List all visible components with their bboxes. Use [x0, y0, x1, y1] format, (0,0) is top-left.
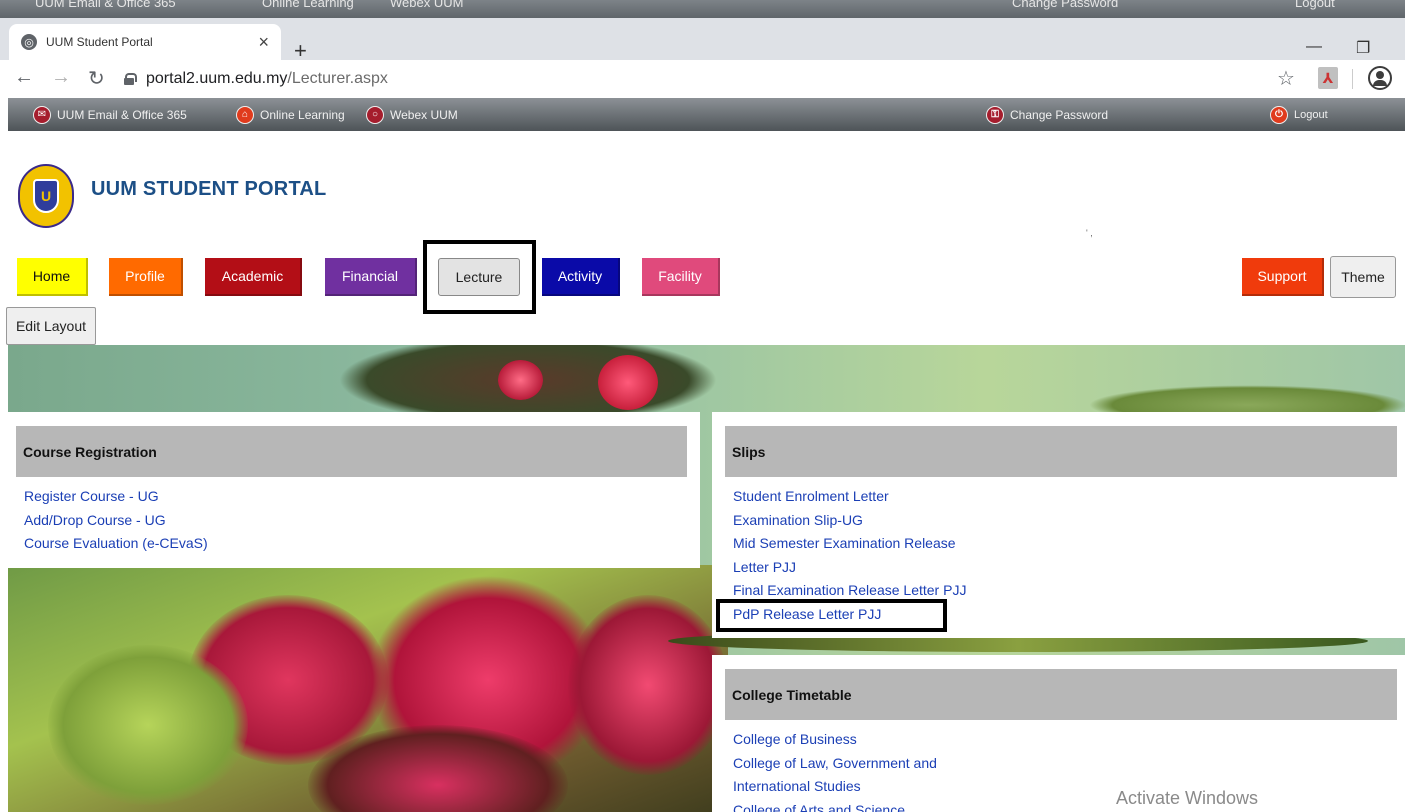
college-timetable-header: College Timetable	[725, 669, 1397, 720]
portal-top-bar: ✉ UUM Email & Office 365 ⌂ Online Learni…	[8, 98, 1405, 131]
profile-icon[interactable]	[1368, 66, 1392, 90]
course-registration-panel: Course Registration Register Course - UG…	[8, 412, 700, 568]
page-title: UUM STUDENT PORTAL	[91, 178, 327, 200]
webex-icon: ○	[366, 105, 384, 124]
learning-icon: ⌂	[236, 105, 254, 124]
url-path: /Lecturer.aspx	[287, 70, 388, 87]
back-icon[interactable]: ←	[14, 66, 34, 89]
webex-link[interactable]: ○ Webex UUM	[366, 98, 458, 131]
change-password-label: Change Password	[1010, 107, 1109, 122]
final-exam-release-letter-link[interactable]: Final Examination Release Letter PJJ	[733, 579, 966, 603]
webex-label: Webex UUM	[390, 107, 458, 122]
logout-label: Logout	[1294, 108, 1328, 121]
activate-windows-watermark: Activate Windows	[1116, 788, 1259, 808]
nav-academic-button[interactable]: Academic	[205, 258, 302, 296]
browser-tab-bar: ◎ UUM Student Portal × + — ❐	[0, 18, 1405, 62]
nav-home-button[interactable]: Home	[17, 258, 88, 296]
ghost-email-text: UUM Email & Office 365	[35, 0, 176, 10]
logout-link[interactable]: ⏻ Logout	[1270, 98, 1328, 131]
mid-semester-release-link-cont[interactable]: Letter PJJ	[733, 556, 966, 580]
slips-header: Slips	[725, 426, 1397, 477]
theme-button[interactable]: Theme	[1330, 256, 1396, 298]
power-icon: ⏻	[1270, 105, 1288, 124]
nav-facility-button[interactable]: Facility	[642, 258, 720, 296]
small-mark: ' ,	[1086, 228, 1093, 238]
mail-icon: ✉	[33, 105, 51, 124]
foliage-blob	[48, 645, 248, 805]
email-office-label: UUM Email & Office 365	[57, 107, 187, 122]
reload-icon[interactable]: ↻	[88, 66, 105, 91]
nav-profile-button[interactable]: Profile	[109, 258, 183, 296]
nav-activity-button[interactable]: Activity	[542, 258, 620, 296]
college-arts-science-link[interactable]: College of Arts and Science	[733, 799, 937, 812]
ghost-portal-strip: UUM Email & Office 365 Online Learning W…	[0, 0, 1405, 18]
ghost-online-text: Online Learning	[262, 0, 354, 10]
college-timetable-links: College of Business College of Law, Gove…	[733, 728, 937, 812]
college-timetable-panel: College Timetable College of Business Co…	[712, 655, 1405, 812]
toolbar-divider	[1352, 69, 1353, 89]
key-icon: ⚿	[986, 105, 1004, 124]
flower-blob	[568, 595, 728, 775]
lock-icon	[124, 73, 137, 85]
ghost-logout-text: Logout	[1295, 0, 1335, 10]
close-icon[interactable]: ×	[258, 32, 269, 53]
flower-blob	[498, 360, 543, 400]
course-evaluation-link[interactable]: Course Evaluation (e-CEvaS)	[24, 532, 208, 556]
mid-semester-release-link[interactable]: Mid Semester Examination Release	[733, 532, 966, 556]
tab-title: UUM Student Portal	[46, 35, 153, 49]
globe-icon: ◎	[21, 34, 37, 50]
flower-blob	[598, 355, 658, 410]
slips-links: Student Enrolment Letter Examination Sli…	[733, 485, 966, 626]
uum-logo[interactable]: U	[18, 164, 74, 228]
change-password-link[interactable]: ⚿ Change Password	[986, 98, 1108, 131]
add-drop-course-ug-link[interactable]: Add/Drop Course - UG	[24, 509, 208, 533]
email-office-link[interactable]: ✉ UUM Email & Office 365	[33, 98, 187, 131]
pdp-release-letter-link[interactable]: PdP Release Letter PJJ	[733, 603, 966, 627]
star-icon[interactable]: ☆	[1277, 66, 1295, 91]
forward-icon[interactable]: →	[51, 66, 71, 89]
address-bar[interactable]: portal2.uum.edu.my/Lecturer.aspx	[124, 64, 1264, 94]
online-learning-link[interactable]: ⌂ Online Learning	[236, 98, 345, 131]
nav-support-button[interactable]: Support	[1242, 258, 1324, 296]
new-tab-icon[interactable]: +	[294, 40, 307, 62]
nav-financial-button[interactable]: Financial	[325, 258, 417, 296]
college-business-link[interactable]: College of Business	[733, 728, 937, 752]
online-learning-label: Online Learning	[260, 107, 345, 122]
minimize-icon[interactable]: —	[1306, 38, 1322, 56]
ghost-password-text: Change Password	[1012, 0, 1119, 10]
college-law-link[interactable]: College of Law, Government and	[733, 752, 937, 776]
college-law-link-cont[interactable]: International Studies	[733, 775, 937, 799]
slips-panel: Slips Student Enrolment Letter Examinati…	[712, 412, 1405, 638]
ghost-webex-text: Webex UUM	[390, 0, 464, 10]
url-host: portal2.uum.edu.my	[146, 70, 288, 87]
edit-layout-button[interactable]: Edit Layout	[6, 307, 96, 345]
course-registration-links: Register Course - UG Add/Drop Course - U…	[24, 485, 208, 556]
browser-tab[interactable]: ◎ UUM Student Portal ×	[9, 24, 281, 60]
restore-icon[interactable]: ❐	[1356, 38, 1370, 58]
student-enrolment-letter-link[interactable]: Student Enrolment Letter	[733, 485, 966, 509]
course-registration-header: Course Registration	[16, 426, 687, 477]
logo-shield-icon: U	[33, 179, 59, 213]
browser-toolbar: ← → ↻ portal2.uum.edu.my/Lecturer.aspx ☆	[0, 60, 1405, 98]
nav-lecture-button[interactable]: Lecture	[438, 258, 520, 296]
pdf-icon[interactable]: ⅄	[1318, 67, 1338, 89]
register-course-ug-link[interactable]: Register Course - UG	[24, 485, 208, 509]
examination-slip-ug-link[interactable]: Examination Slip-UG	[733, 509, 966, 533]
